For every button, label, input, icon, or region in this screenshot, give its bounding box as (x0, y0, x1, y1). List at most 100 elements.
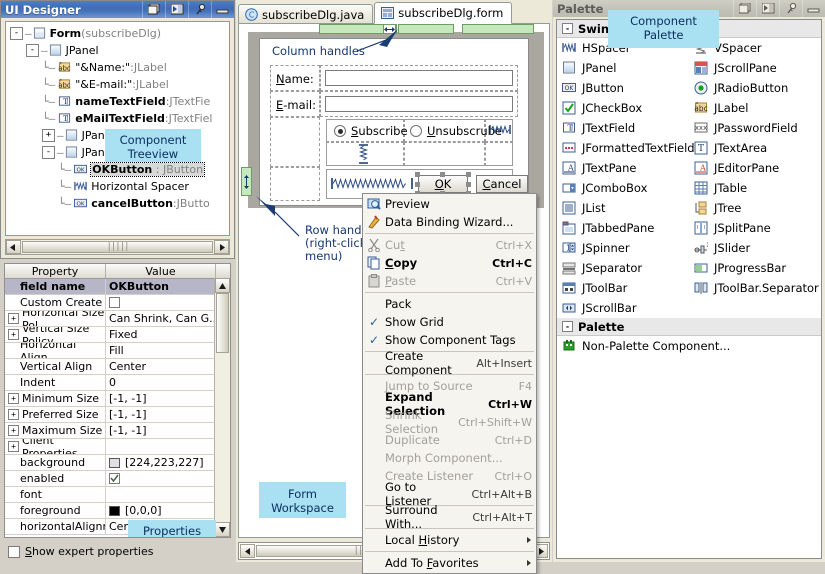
palette-item-jtabbedpane[interactable]: JTabbedPane (557, 218, 689, 238)
palette-item-jtree[interactable]: JTree (689, 198, 821, 218)
palette-item-jformattedtextfield[interactable]: JFormattedTextField (557, 138, 689, 158)
property-row[interactable]: enabled (5, 471, 230, 487)
property-row[interactable]: +Maximum Size[-1, -1] (5, 423, 230, 439)
properties-table[interactable]: Property Value field nameOKButtonCustom … (4, 263, 231, 538)
palette-item-jseparator[interactable]: JSeparator (557, 258, 689, 278)
palette-item-non-palette-component[interactable]: Non-Palette Component... (557, 336, 821, 356)
menu-item[interactable]: Add To Favorites (363, 554, 536, 572)
menu-item[interactable]: CopyCtrl+C (363, 254, 536, 272)
column-handle[interactable] (398, 24, 454, 34)
palette-item-jcombobox[interactable]: JComboBox (557, 178, 689, 198)
property-value-cell[interactable]: Fill (106, 343, 230, 358)
palette-item-jsplitpane[interactable]: JSplitPane (689, 218, 821, 238)
scroll-right-button[interactable] (214, 240, 229, 254)
menu-item[interactable]: Go to ListenerCtrl+Alt+B (363, 485, 536, 503)
palette-item-jtoolbar-separator[interactable]: JToolBar.Separator (689, 278, 821, 298)
name-text-field[interactable] (325, 70, 513, 86)
palette-item-jscrollpane[interactable]: JScrollPane (689, 58, 821, 78)
tree-node[interactable]: └—abc"&Name:" : JLabel (6, 59, 229, 76)
prop-scroll-track[interactable] (215, 293, 230, 522)
tree-expander[interactable]: - (42, 146, 55, 159)
column-handle[interactable] (462, 24, 534, 34)
context-menu[interactable]: PreviewData Binding Wizard...CutCtrl+XCo… (362, 193, 537, 574)
tree-node[interactable]: └—OKcancelButton : JButto (6, 195, 229, 212)
property-expander[interactable]: + (8, 441, 19, 452)
tree-node[interactable]: └—Horizontal Spacer (6, 178, 229, 195)
palette-item-jeditorpane[interactable]: AJEditorPane (689, 158, 821, 178)
palette-item-jtoolbar[interactable]: JToolBar (557, 278, 689, 298)
email-text-field[interactable] (325, 96, 513, 112)
property-row[interactable]: font (5, 487, 230, 503)
resize-handle[interactable] (466, 182, 471, 187)
radio-subscribe[interactable]: Subscribe (334, 124, 408, 138)
scroll-thumb[interactable]: ||||| (22, 241, 213, 253)
component-tree[interactable]: -—Form(subscribeDlg)-—JPanel└—abc"&Name:… (5, 21, 230, 236)
property-value-cell[interactable] (106, 439, 230, 454)
menu-item[interactable]: ✓Show Grid (363, 313, 536, 331)
property-row[interactable]: +Preferred Size[-1, -1] (5, 407, 230, 423)
property-value-cell[interactable]: [-1, -1] (106, 407, 230, 422)
property-expander[interactable]: + (8, 425, 19, 436)
property-value-cell[interactable]: Can Shrink, Can G... (106, 311, 230, 326)
property-row[interactable]: Indent0 (5, 375, 230, 391)
palette-item-jprogressbar[interactable]: JProgressBar (689, 258, 821, 278)
menu-item[interactable]: Data Binding Wizard... (363, 213, 536, 231)
tree-node-selected[interactable]: OKButton : JButton (91, 163, 204, 176)
menu-item[interactable]: ✓Show Component Tags (363, 331, 536, 349)
property-row[interactable]: field nameOKButton (5, 279, 230, 295)
property-value-cell[interactable] (106, 471, 230, 486)
tab-subscribeDlg-java[interactable]: C subscribeDlg.java (238, 4, 373, 24)
scroll-left-button[interactable] (6, 240, 21, 254)
tree-expander[interactable]: - (26, 44, 39, 57)
property-checkbox[interactable] (109, 297, 120, 308)
property-row[interactable]: +Vertical Size PolicyFixed (5, 327, 230, 343)
palette-list[interactable]: -SwingHSpacerVSpacerJPanelJScrollPaneOKJ… (556, 19, 822, 559)
property-value-cell[interactable] (106, 295, 230, 310)
show-expert-properties-checkbox[interactable]: Show expert properties (8, 545, 153, 558)
property-value-cell[interactable]: Center (106, 359, 230, 374)
property-row[interactable]: foreground[0,0,0] (5, 503, 230, 519)
prop-scroll-thumb[interactable] (216, 293, 229, 353)
property-row[interactable]: +Minimum Size[-1, -1] (5, 391, 230, 407)
palette-item-jlabel[interactable]: abcJLabel (689, 98, 821, 118)
pin-icon[interactable] (779, 0, 802, 17)
dock-left-icon[interactable] (756, 0, 779, 17)
menu-item[interactable]: Preview (363, 195, 536, 213)
resize-handle[interactable] (415, 182, 420, 187)
resize-handle[interactable] (466, 172, 471, 177)
designed-form[interactable]: Name: E-mail: Subscribe (259, 38, 529, 206)
property-expander[interactable]: + (8, 329, 19, 340)
palette-item-jcheckbox[interactable]: JCheckBox (557, 98, 689, 118)
row-handle[interactable] (241, 167, 252, 196)
palette-item-jradiobutton[interactable]: JRadioButton (689, 78, 821, 98)
prop-scroll-down-button[interactable] (215, 522, 230, 537)
property-value-cell[interactable]: OKButton (106, 279, 230, 294)
property-row[interactable]: Custom Create (5, 295, 230, 311)
minimize-icon[interactable] (211, 1, 234, 18)
tree-node[interactable]: -—Form(subscribeDlg) (6, 25, 229, 42)
palette-item-jlist[interactable]: JList (557, 198, 689, 218)
palette-item-jpanel[interactable]: JPanel (557, 58, 689, 78)
property-expander[interactable]: + (8, 393, 19, 404)
properties-vertical-scrollbar[interactable] (214, 278, 230, 537)
property-row[interactable]: +Horizontal Size PolCan Shrink, Can G... (5, 311, 230, 327)
menu-item[interactable]: Pack (363, 295, 536, 313)
menu-item[interactable]: Local History (363, 531, 536, 549)
resize-handle[interactable] (440, 172, 445, 177)
cancel-button[interactable]: Cancel (476, 175, 528, 193)
property-value-cell[interactable]: [-1, -1] (106, 423, 230, 438)
property-value-cell[interactable]: [-1, -1] (106, 391, 230, 406)
palette-item-jpasswordfield[interactable]: xxxJPasswordField (689, 118, 821, 138)
palette-item-jtextfield[interactable]: TJTextField (557, 118, 689, 138)
tree-expander[interactable]: + (42, 129, 55, 142)
palette-item-jslider[interactable]: 1JSlider (689, 238, 821, 258)
float-icon[interactable] (142, 1, 165, 18)
palette-group-header[interactable]: -Palette (557, 318, 821, 336)
pin-icon[interactable] (188, 1, 211, 18)
palette-group-expander[interactable]: - (562, 321, 573, 332)
scroll-left-button[interactable] (240, 544, 255, 558)
minimize-icon[interactable] (802, 0, 825, 17)
palette-item-jtable[interactable]: JTable (689, 178, 821, 198)
property-value-cell[interactable]: 0 (106, 375, 230, 390)
palette-item-jtextpane[interactable]: AJTextPane (557, 158, 689, 178)
